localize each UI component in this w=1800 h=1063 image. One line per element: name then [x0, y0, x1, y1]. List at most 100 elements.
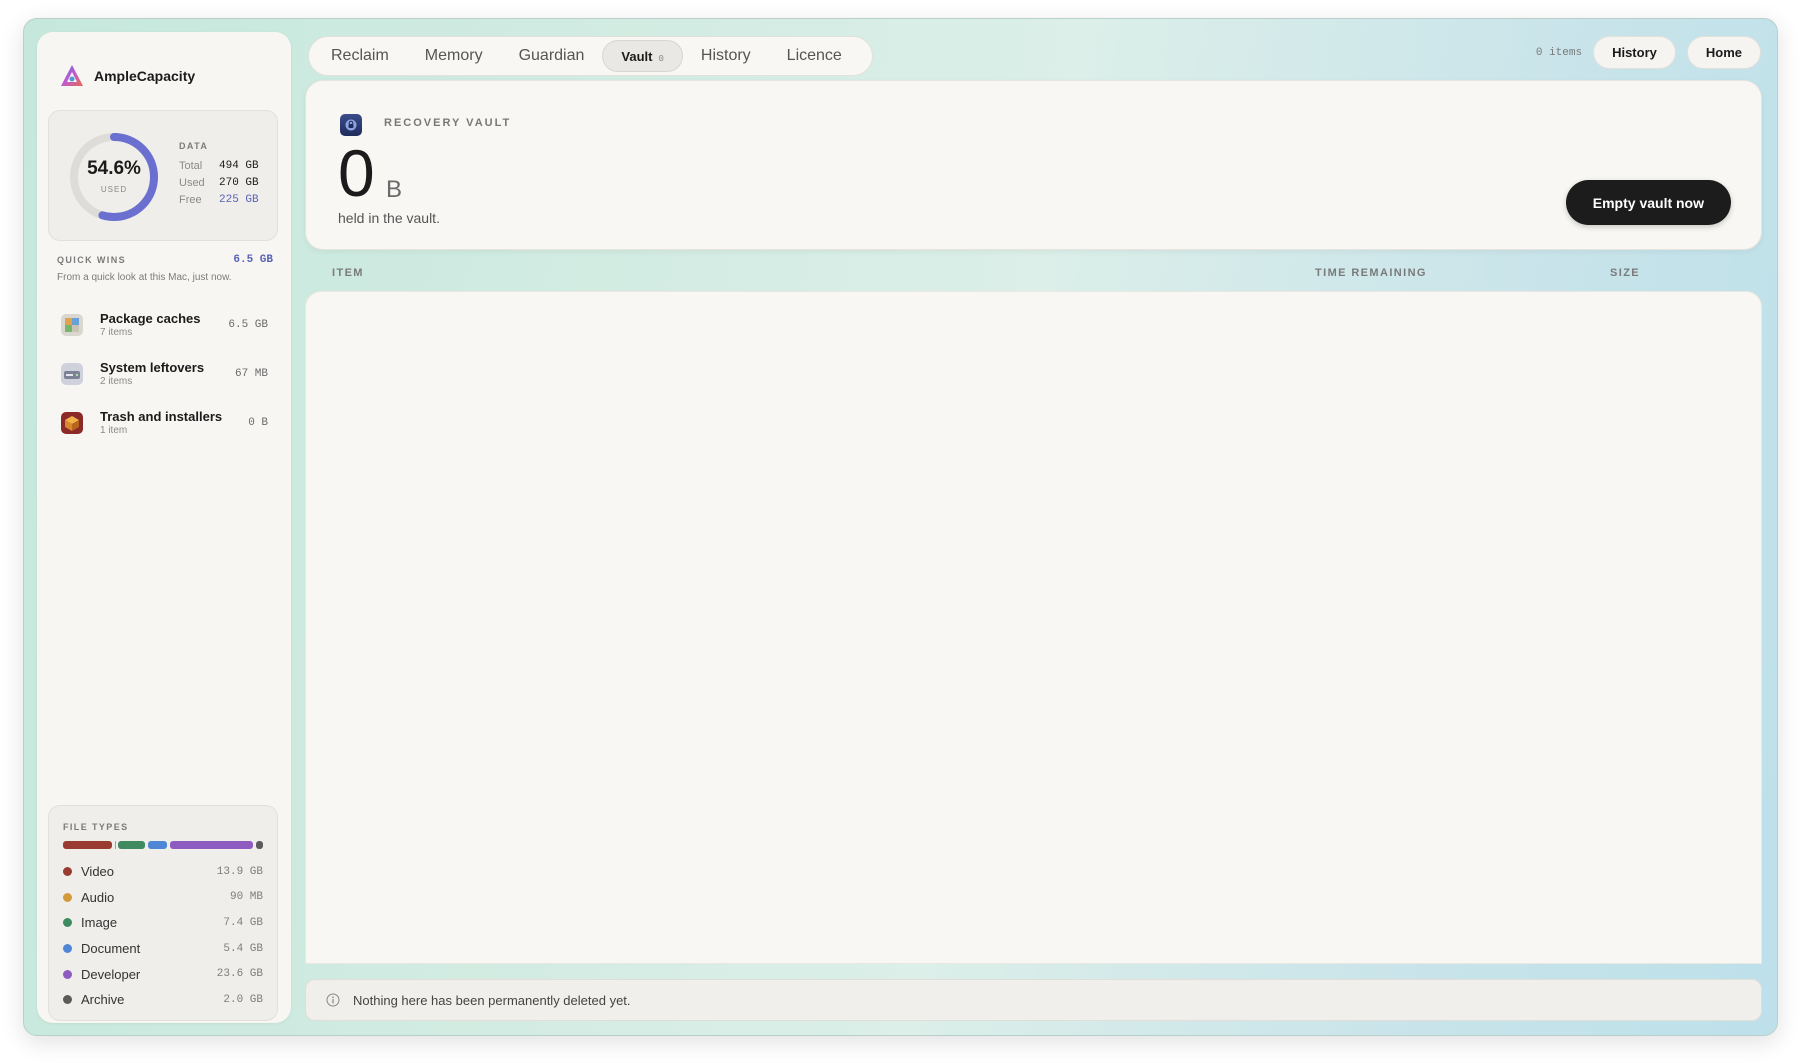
disk-stat-label: Total — [179, 160, 203, 172]
quick-wins-description: From a quick look at this Mac, just now. — [57, 272, 232, 283]
quick-wins-list: Package caches 7 items 6.5 GB System lef… — [50, 300, 278, 447]
file-type-dot — [63, 944, 72, 954]
top-right-controls: 0 items History Home — [1536, 36, 1761, 69]
app-window: AmpleCapacity 54.6% USED DATA Total 494 … — [23, 18, 1778, 1036]
file-type-name: Developer — [81, 966, 141, 982]
file-type-bar-document — [147, 841, 167, 849]
vault-icon — [340, 114, 362, 136]
file-type-dot — [63, 892, 72, 902]
tab-memory[interactable]: Memory — [407, 40, 501, 72]
file-type-name: Document — [81, 941, 141, 957]
quick-wins-total: 6.5 GB — [233, 254, 273, 266]
file-type-dot — [63, 995, 72, 1005]
package-icon — [61, 313, 83, 336]
column-time-remaining[interactable]: TIME REMAINING — [1315, 267, 1427, 279]
disk-stat-value: 494 GB — [219, 160, 259, 172]
file-type-dot — [63, 969, 72, 979]
quick-win-size: 67 MB — [234, 367, 268, 380]
trash-icon — [61, 411, 83, 434]
quick-win-trash-installers[interactable]: Trash and installers 1 item 0 B — [50, 398, 278, 447]
file-type-row: Archive 2.0 GB — [63, 987, 263, 1013]
file-type-bar-archive — [255, 841, 263, 849]
tab-licence[interactable]: Licence — [769, 40, 860, 72]
vault-subtitle: held in the vault. — [338, 210, 440, 226]
disk-stat-used: Used 270 GB — [179, 175, 259, 192]
quick-win-system-leftovers[interactable]: System leftovers 2 items 67 MB — [50, 349, 278, 398]
disk-stat-value: 270 GB — [219, 177, 259, 189]
disk-stat-free: Free 225 GB — [179, 192, 259, 209]
quick-win-count: 2 items — [100, 375, 133, 387]
file-type-name: Audio — [81, 889, 115, 905]
file-type-dot — [63, 918, 72, 928]
vault-footer: Nothing here has been permanently delete… — [305, 979, 1762, 1021]
app-logo-icon — [61, 65, 83, 86]
column-item[interactable]: ITEM — [332, 267, 364, 279]
main-tabs: Reclaim Memory Guardian Vault 0 History L… — [308, 36, 873, 76]
vault-amount: 0 — [338, 136, 375, 210]
file-type-name: Video — [81, 864, 115, 880]
disk-stat-label: Free — [179, 194, 202, 206]
file-type-size: 2.0 GB — [223, 993, 263, 1006]
vault-table-header: ITEM TIME REMAINING SIZE — [328, 267, 1758, 281]
disk-usage-card: 54.6% USED DATA Total 494 GB Used 270 GB… — [48, 110, 278, 241]
drive-icon — [61, 362, 83, 385]
file-type-size: 23.6 GB — [216, 968, 263, 981]
file-type-bar-developer — [169, 841, 253, 849]
history-button[interactable]: History — [1593, 36, 1676, 69]
file-type-size: 5.4 GB — [223, 942, 263, 955]
empty-vault-button[interactable]: Empty vault now — [1565, 180, 1731, 225]
tab-reclaim[interactable]: Reclaim — [313, 40, 407, 72]
vault-table-body — [305, 291, 1762, 964]
disk-used-percent: 54.6% — [87, 158, 141, 179]
file-type-row: Image 7.4 GB — [63, 910, 263, 936]
vault-unit: B — [386, 176, 403, 203]
file-type-name: Archive — [81, 992, 125, 1008]
file-type-row: Audio 90 MB — [63, 885, 263, 911]
file-type-size: 7.4 GB — [223, 916, 263, 929]
quick-wins-header: QUICK WINS 6.5 GB — [57, 254, 273, 266]
file-type-size: 13.9 GB — [216, 865, 263, 878]
brand: AmpleCapacity — [60, 64, 195, 88]
file-type-row: Developer 23.6 GB — [63, 961, 263, 987]
quick-win-size: 0 B — [248, 416, 268, 429]
file-type-size: 90 MB — [229, 891, 263, 904]
info-icon — [326, 993, 340, 1007]
tab-guardian[interactable]: Guardian — [501, 40, 603, 72]
file-type-bar-video — [63, 841, 113, 849]
vault-label: RECOVERY VAULT — [384, 117, 512, 129]
file-type-dot — [63, 867, 72, 877]
footer-message: Nothing here has been permanently delete… — [353, 992, 631, 1008]
quick-win-count: 1 item — [100, 424, 128, 436]
file-type-bar-image — [118, 841, 145, 849]
quick-win-name: System leftovers — [100, 359, 205, 375]
file-type-name: Image — [81, 915, 118, 931]
file-types-title: FILE TYPES — [63, 822, 129, 832]
file-types-list: Video 13.9 GB Audio 90 MB Image 7.4 GB D… — [63, 859, 263, 1013]
file-type-row: Video 13.9 GB — [63, 859, 263, 885]
file-types-card: FILE TYPES Video 13.9 GB Audio 90 MB Ima… — [48, 805, 278, 1021]
quick-win-size: 6.5 GB — [228, 318, 268, 331]
disk-used-label: USED — [100, 185, 128, 194]
quick-win-count: 7 items — [100, 326, 133, 338]
tab-vault-label: Vault — [621, 49, 653, 64]
disk-stats: DATA Total 494 GB Used 270 GB Free 225 G… — [179, 141, 259, 209]
home-button[interactable]: Home — [1686, 36, 1761, 69]
disk-stat-total: Total 494 GB — [179, 158, 259, 175]
app-name: AmpleCapacity — [94, 68, 196, 84]
column-size[interactable]: SIZE — [1610, 267, 1640, 279]
disk-stats-heading: DATA — [179, 141, 209, 151]
quick-win-name: Package caches — [100, 310, 201, 326]
disk-stat-value: 225 GB — [219, 194, 259, 206]
tab-vault[interactable]: Vault 0 — [602, 40, 683, 72]
recovery-vault-card: RECOVERY VAULT 0 B held in the vault. Em… — [305, 80, 1762, 250]
file-type-row: Document 5.4 GB — [63, 936, 263, 962]
vault-items-count: 0 items — [1535, 46, 1583, 59]
quick-win-package-caches[interactable]: Package caches 7 items 6.5 GB — [50, 300, 278, 349]
sidebar: AmpleCapacity 54.6% USED DATA Total 494 … — [37, 32, 291, 1023]
disk-stat-label: Used — [179, 177, 205, 189]
tab-vault-badge: 0 — [658, 54, 664, 64]
quick-wins-title: QUICK WINS — [57, 255, 126, 265]
quick-win-name: Trash and installers — [100, 408, 223, 424]
file-types-bar — [63, 841, 263, 849]
tab-history[interactable]: History — [683, 40, 769, 72]
